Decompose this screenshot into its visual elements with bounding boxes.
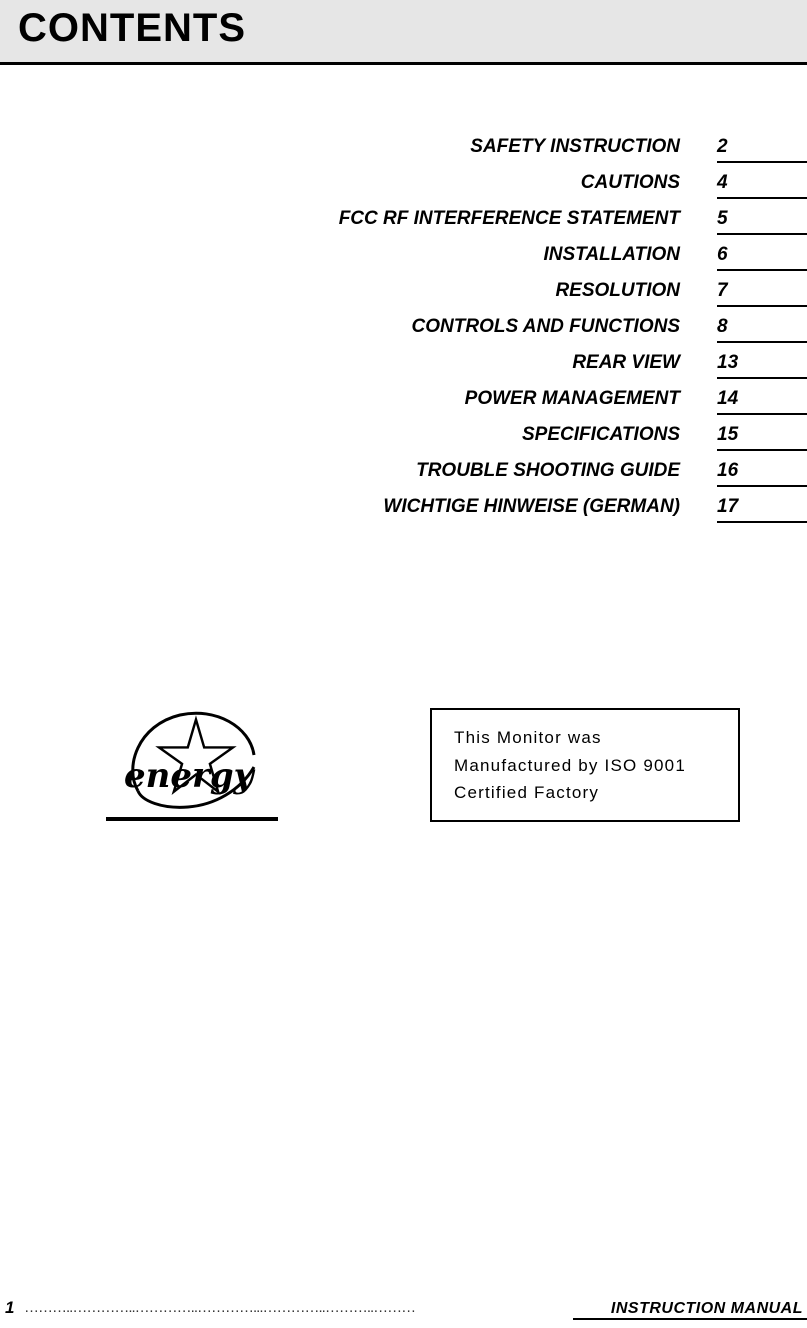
toc-entry-page-wrap: 4 <box>717 172 807 199</box>
toc-row[interactable]: FCC RF INTERFERENCE STATEMENT 5 <box>0 208 807 244</box>
footer-label: INSTRUCTION MANUAL <box>610 1300 803 1317</box>
footer-divider <box>573 1318 807 1320</box>
toc-entry-page-wrap: 14 <box>717 388 807 415</box>
toc-entry-underline <box>717 161 807 163</box>
toc-row[interactable]: CONTROLS AND FUNCTIONS 8 <box>0 316 807 352</box>
toc-entry-page-wrap: 16 <box>717 460 807 487</box>
toc-entry-underline <box>717 269 807 271</box>
toc-entry-title: SAFETY INSTRUCTION <box>470 136 680 157</box>
footer-dot-leader: ………..…………..…………..…………...…………..………..……… <box>24 1299 416 1316</box>
iso-line-2: Manufactured by ISO 9001 <box>454 755 686 775</box>
toc-row[interactable]: RESOLUTION 7 <box>0 280 807 316</box>
toc-entry-page: 5 <box>717 208 728 229</box>
table-of-contents: SAFETY INSTRUCTION 2 CAUTIONS 4 FCC RF INTER… <box>0 136 807 532</box>
toc-entry-title: CONTROLS AND FUNCTIONS <box>411 316 680 337</box>
toc-row[interactable]: SAFETY INSTRUCTION 2 <box>0 136 807 172</box>
toc-entry-title: FCC RF INTERFERENCE STATEMENT <box>338 208 680 229</box>
toc-entry-page-wrap: 13 <box>717 352 807 379</box>
toc-row[interactable]: WICHTIGE HINWEISE (GERMAN) 17 <box>0 496 807 532</box>
toc-entry-title: TROUBLE SHOOTING GUIDE <box>416 460 680 481</box>
footer-page-number: 1 <box>5 1298 15 1317</box>
toc-entry-title: CAUTIONS <box>580 172 680 193</box>
energy-wordmark: energy <box>124 756 256 796</box>
toc-entry-page: 4 <box>717 172 728 193</box>
toc-entry-page: 6 <box>717 244 728 265</box>
toc-entry-underline <box>717 233 807 235</box>
iso-line-3: Certified Factory <box>454 783 600 803</box>
toc-entry-underline <box>717 377 807 379</box>
energy-star-logo: energy <box>104 705 284 833</box>
page-footer: 1 ………..…………..…………..…………...…………..………..………… <box>0 1292 807 1320</box>
toc-entry-title: RESOLUTION <box>555 280 680 301</box>
toc-entry-page: 2 <box>717 136 728 157</box>
toc-entry-page: 15 <box>717 424 739 445</box>
toc-entry-page: 8 <box>717 316 728 337</box>
toc-entry-page: 7 <box>717 280 728 301</box>
toc-entry-page: 16 <box>717 460 739 481</box>
toc-entry-underline <box>717 341 807 343</box>
toc-entry-underline <box>717 485 807 487</box>
toc-entry-page-wrap: 2 <box>717 136 807 163</box>
toc-entry-title: WICHTIGE HINWEISE (GERMAN) <box>383 496 680 517</box>
toc-entry-title: POWER MANAGEMENT <box>464 388 680 409</box>
toc-entry-underline <box>717 413 807 415</box>
toc-entry-underline <box>717 449 807 451</box>
toc-entry-page-wrap: 5 <box>717 208 807 235</box>
iso-certification-box: This Monitor was Manufactured by ISO 900… <box>430 708 740 822</box>
toc-entry-page: 13 <box>717 352 739 373</box>
toc-entry-underline <box>717 521 807 523</box>
toc-row[interactable]: INSTALLATION 6 <box>0 244 807 280</box>
iso-line-1: This Monitor was <box>454 728 602 747</box>
toc-entry-page: 17 <box>717 496 739 517</box>
toc-entry-underline <box>717 197 807 199</box>
toc-row[interactable]: POWER MANAGEMENT 14 <box>0 388 807 424</box>
toc-entry-page-wrap: 15 <box>717 424 807 451</box>
toc-row[interactable]: CAUTIONS 4 <box>0 172 807 208</box>
toc-entry-underline <box>717 305 807 307</box>
toc-entry-page: 14 <box>717 388 739 409</box>
toc-row[interactable]: TROUBLE SHOOTING GUIDE 16 <box>0 460 807 496</box>
toc-row[interactable]: SPECIFICATIONS 15 <box>0 424 807 460</box>
header-divider <box>0 62 807 65</box>
toc-entry-title: REAR VIEW <box>572 352 680 373</box>
toc-entry-page-wrap: 17 <box>717 496 807 523</box>
toc-entry-page-wrap: 6 <box>717 244 807 271</box>
toc-entry-title: SPECIFICATIONS <box>522 424 680 445</box>
page-title: CONTENTS <box>18 6 246 50</box>
toc-row[interactable]: REAR VIEW 13 <box>0 352 807 388</box>
toc-entry-page-wrap: 7 <box>717 280 807 307</box>
toc-entry-title: INSTALLATION <box>543 244 681 265</box>
toc-entry-page-wrap: 8 <box>717 316 807 343</box>
